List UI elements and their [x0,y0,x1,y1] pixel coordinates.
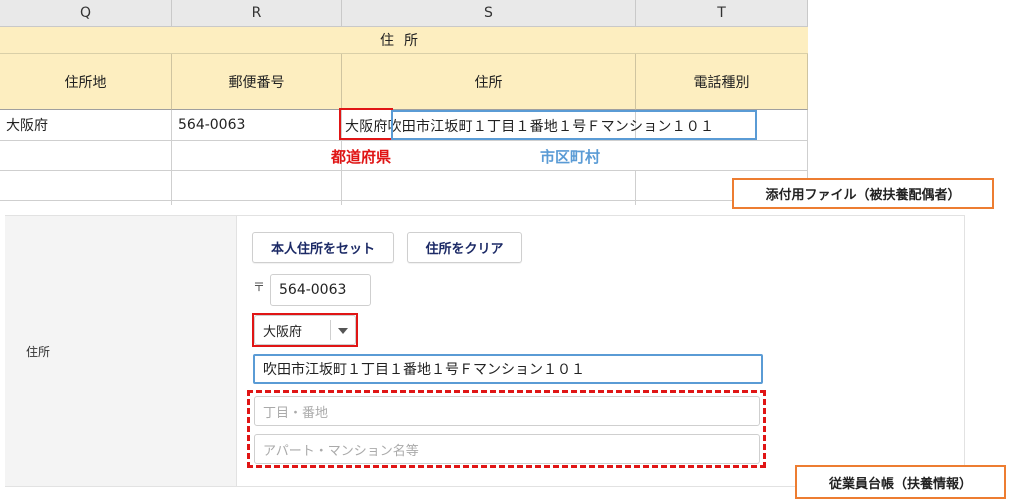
cell-r1-postal[interactable]: 564-0063 [172,110,342,141]
cell-q3[interactable] [0,171,172,201]
column-header-q[interactable]: Q [0,0,172,27]
cell-s3[interactable] [342,171,636,201]
address-detail-highlight-box [247,390,766,468]
cell-t2[interactable] [636,141,808,171]
form-label-column: 住所 [5,216,237,486]
cell-r3[interactable] [172,171,342,201]
clear-address-button[interactable]: 住所をクリア [407,232,522,263]
city-annotation-label: 市区町村 [540,148,601,166]
cell-q2[interactable] [0,141,172,171]
cell-r2[interactable] [172,141,342,171]
city-address-input[interactable]: 吹田市江坂町１丁目１番地１号Ｆマンション１０１ [253,354,763,384]
column-header-s[interactable]: S [342,0,636,27]
postal-code-input[interactable]: 564-0063 [270,274,371,306]
prefecture-form-highlight-box [252,313,358,347]
subheader-address[interactable]: 住所 [342,54,636,110]
address-field-label: 住所 [26,345,51,359]
subheader-address-location[interactable]: 住所地 [0,54,172,110]
attachment-file-callout: 添付用ファイル（被扶養配偶者） [732,178,994,209]
cell-s4[interactable] [342,201,636,205]
subheader-phone-type[interactable]: 電話種別 [636,54,808,110]
set-own-address-button[interactable]: 本人住所をセット [252,232,394,263]
cell-r4[interactable] [172,201,342,205]
subheader-postal-code[interactable]: 郵便番号 [172,54,342,110]
prefecture-annotation-label: 都道府県 [331,148,392,166]
spreadsheet: Q R S T 住所 住所地 郵便番号 住所 電話種別 大阪府 564-0063… [0,0,808,205]
city-highlight-box [391,110,757,140]
prefecture-highlight-box [339,108,393,140]
employee-ledger-callout: 従業員台帳（扶養情報） [795,465,1006,499]
cell-q4[interactable] [0,201,172,205]
cell-q1-prefecture[interactable]: 大阪府 [0,110,172,141]
column-header-r[interactable]: R [172,0,342,27]
postal-mark-icon: 〒 [253,280,266,294]
column-header-t[interactable]: T [636,0,808,27]
merged-header-address[interactable]: 住所 [0,27,808,54]
